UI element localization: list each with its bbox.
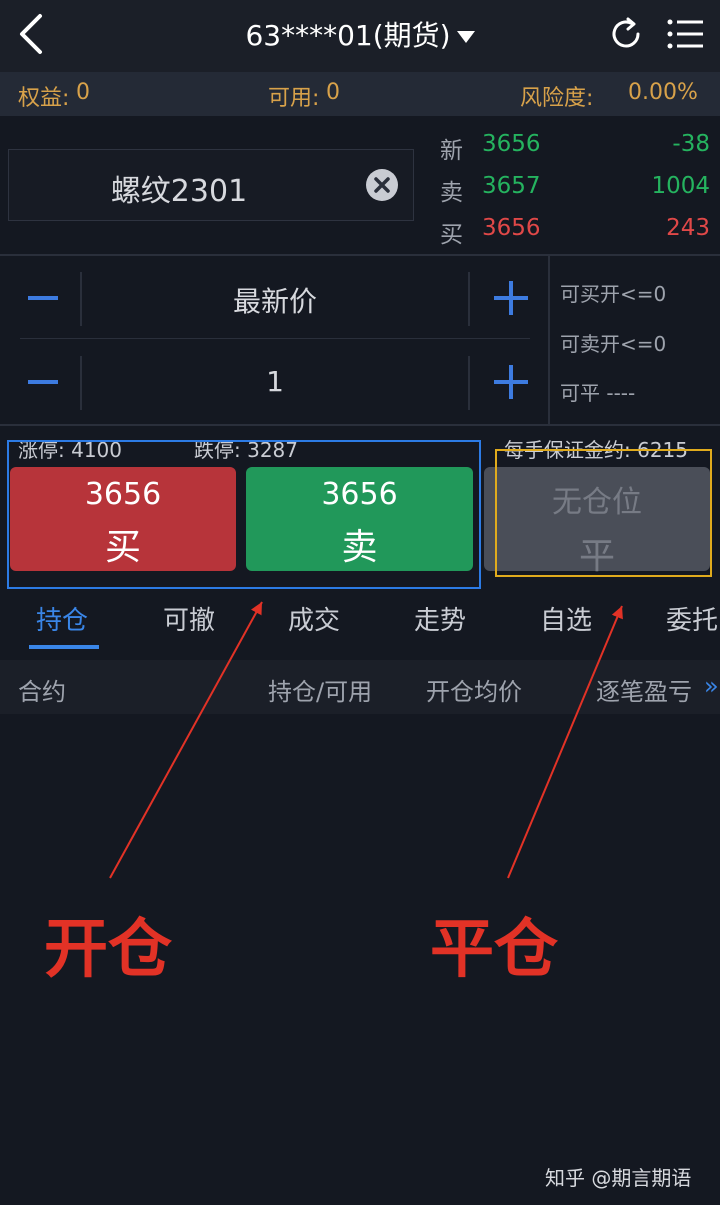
annotation-arrows [109, 601, 623, 879]
close-arrow [507, 605, 623, 879]
watermark: 知乎 @期言期语 [545, 1166, 692, 1190]
annotation-open: 开仓 [44, 913, 172, 987]
open-arrow [109, 601, 263, 879]
annotation-close: 平仓 [430, 913, 558, 987]
